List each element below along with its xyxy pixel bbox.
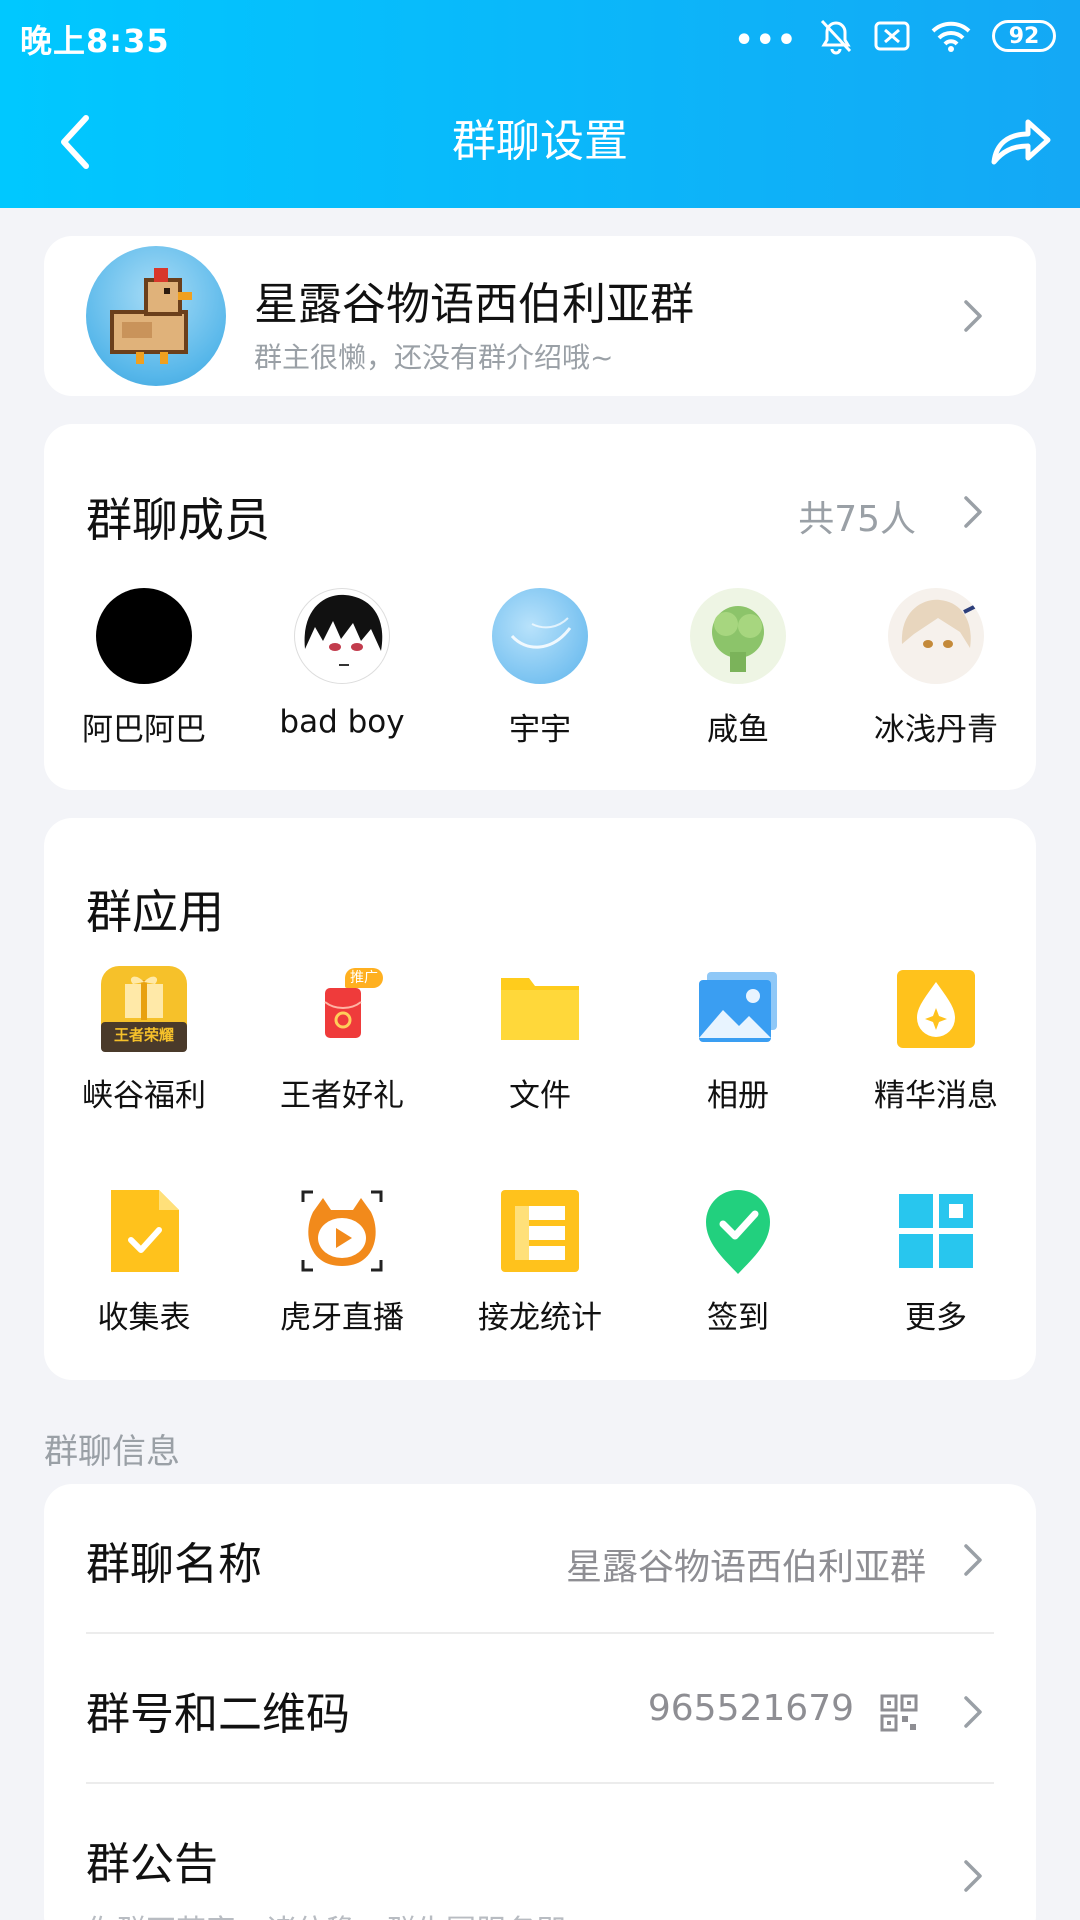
app-label: 虎牙直播 xyxy=(280,1300,404,1336)
row-title: 群公告 xyxy=(86,1839,218,1890)
red-packet-icon: 推广 xyxy=(297,964,387,1054)
more-apps-icon xyxy=(891,1186,981,1276)
app-label: 王者好礼 xyxy=(280,1078,404,1114)
row-title: 群号和二维码 xyxy=(86,1689,350,1740)
group-description: 群主很懒，还没有群介绍哦~ xyxy=(254,341,614,374)
member-avatar xyxy=(690,588,786,684)
member-name: 冰浅丹青 xyxy=(874,712,998,748)
app-more[interactable]: 更多 xyxy=(836,1186,1036,1337)
chevron-right-icon xyxy=(964,1544,982,1576)
group-name: 星露谷物语西伯利亚群 xyxy=(254,279,694,330)
group-profile-card[interactable]: 星露谷物语西伯利亚群 群主很懒，还没有群介绍哦~ xyxy=(44,236,1036,396)
member-name: bad boy xyxy=(279,704,405,740)
app-label: 收集表 xyxy=(97,1300,191,1336)
group-number-row[interactable]: 群号和二维码 965521679 xyxy=(44,1634,1036,1786)
group-apps-card: 群应用 王者荣耀 峡谷福利 推广 王者好礼 文件 相册 精华消息 收集表 虎牙直… xyxy=(44,818,1036,1380)
group-number-value: 965521679 xyxy=(647,1688,854,1729)
share-button[interactable] xyxy=(988,112,1054,168)
members-card: 群聊成员 共75人 阿巴阿巴 bad boy 宇宇 咸鱼 冰浅丹青 xyxy=(44,424,1036,790)
apps-title: 群应用 xyxy=(86,885,224,939)
promo-badge: 推广 xyxy=(345,968,383,988)
essence-icon xyxy=(891,964,981,1054)
anime-boy-avatar-icon xyxy=(304,594,383,666)
app-label: 更多 xyxy=(905,1300,967,1336)
members-title: 群聊成员 xyxy=(86,493,270,547)
app-label: 文件 xyxy=(509,1078,571,1114)
group-notice-row[interactable]: 群公告 你群不若富，诸位稳，群生圆服务即 xyxy=(44,1784,1036,1920)
app-king-gifts[interactable]: 推广 王者好礼 xyxy=(242,964,442,1115)
member-item[interactable]: 冰浅丹青 xyxy=(836,588,1036,749)
group-name-row[interactable]: 群聊名称 星露谷物语西伯利亚群 xyxy=(44,1484,1036,1636)
group-info-card: 群聊名称 星露谷物语西伯利亚群 群号和二维码 965521679 群公告 你群不… xyxy=(44,1484,1036,1920)
app-check-in[interactable]: 签到 xyxy=(638,1186,838,1337)
form-icon xyxy=(99,1186,189,1276)
gift-icon: 王者荣耀 xyxy=(99,964,189,1054)
chevron-right-icon xyxy=(964,300,982,332)
member-item[interactable]: bad boy xyxy=(242,588,442,740)
member-count[interactable]: 共75人 xyxy=(798,490,916,542)
app-essence-messages[interactable]: 精华消息 xyxy=(836,964,1036,1115)
folder-icon xyxy=(495,964,585,1054)
member-name: 阿巴阿巴 xyxy=(82,712,206,748)
app-canyon-welfare[interactable]: 王者荣耀 峡谷福利 xyxy=(44,964,244,1115)
page-title: 群聊设置 xyxy=(452,116,628,167)
gift-icon-text: 王者荣耀 xyxy=(113,1026,174,1044)
status-bar: 晚上8:35 ••• 92 xyxy=(0,0,1080,72)
app-label: 相册 xyxy=(707,1078,769,1114)
app-files[interactable]: 文件 xyxy=(440,964,640,1115)
chevron-right-icon xyxy=(964,1696,982,1728)
huya-icon xyxy=(297,1186,387,1276)
chevron-right-icon[interactable] xyxy=(962,494,984,530)
checkin-icon xyxy=(693,1186,783,1276)
app-album[interactable]: 相册 xyxy=(638,964,838,1115)
member-name: 宇宇 xyxy=(509,712,571,748)
app-label: 精华消息 xyxy=(874,1078,998,1114)
app-huya-live[interactable]: 虎牙直播 xyxy=(242,1186,442,1337)
member-item[interactable]: 咸鱼 xyxy=(638,588,838,749)
mute-bell-icon xyxy=(820,19,852,55)
member-avatar xyxy=(294,588,390,684)
member-item[interactable]: 阿巴阿巴 xyxy=(44,588,244,749)
qr-code-icon[interactable] xyxy=(880,1694,918,1732)
app-label: 峡谷福利 xyxy=(82,1078,206,1114)
chevron-right-icon xyxy=(964,1860,982,1892)
more-dots-icon: ••• xyxy=(734,23,798,58)
app-relay-stats[interactable]: 接龙统计 xyxy=(440,1186,640,1337)
relay-icon xyxy=(495,1186,585,1276)
group-avatar xyxy=(86,246,226,386)
header: 晚上8:35 ••• 92 群聊设置 xyxy=(0,0,1080,208)
app-collection-form[interactable]: 收集表 xyxy=(44,1186,244,1337)
member-avatar xyxy=(492,588,588,684)
member-avatar xyxy=(96,588,192,684)
member-name: 咸鱼 xyxy=(707,712,769,748)
battery-indicator: 92 xyxy=(992,20,1056,52)
chicken-avatar-icon xyxy=(110,268,192,364)
album-icon xyxy=(693,964,783,1054)
sim-off-icon xyxy=(874,21,910,51)
member-item[interactable]: 宇宇 xyxy=(440,588,640,749)
row-title: 群聊名称 xyxy=(86,1539,262,1590)
row-value: 星露谷物语西伯利亚群 xyxy=(565,1547,926,1588)
wifi-icon xyxy=(931,21,971,52)
status-icons: ••• 92 xyxy=(734,14,1056,58)
sky-avatar-icon xyxy=(510,617,572,649)
app-label: 接龙统计 xyxy=(478,1300,602,1336)
status-time: 晚上8:35 xyxy=(20,22,170,60)
notice-preview: 你群不若富，诸位稳，群生圆服务即 xyxy=(86,1906,566,1920)
member-avatar xyxy=(888,588,984,684)
info-section-label: 群聊信息 xyxy=(44,1432,180,1472)
app-label: 签到 xyxy=(707,1300,769,1336)
cabbage-avatar-icon xyxy=(712,606,764,672)
anime-girl-avatar-icon xyxy=(901,599,977,648)
